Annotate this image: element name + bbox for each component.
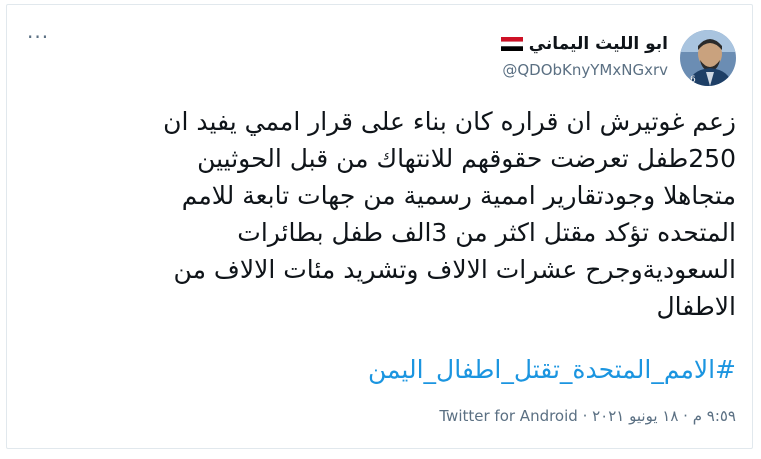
tweet-text-line: زعم غوتيرش ان قراره كان بناء على قرار ام… bbox=[163, 107, 736, 136]
tweet-text-line: السعوديةوجرح عشرات الالاف وتشريد مئات ال… bbox=[173, 255, 736, 284]
author-display-name[interactable]: ابو الليث اليماني bbox=[529, 34, 668, 54]
avatar-image: 6 bbox=[680, 30, 736, 86]
svg-text:6: 6 bbox=[690, 75, 696, 85]
author-info: ابو الليث اليماني @QDObKnyYMxNGxrv bbox=[500, 31, 668, 79]
tweet-text-line: 250طفل تعرضت حقوقهم للانتهاك من قبل الحو… bbox=[197, 144, 736, 173]
tweet-timestamp[interactable]: ٩:٥٩ م · ١٨ يونيو ٢٠٢١ bbox=[592, 407, 736, 425]
avatar[interactable]: 6 bbox=[680, 30, 736, 86]
tweet-text-line: المتحده تؤكد مقتل اكثر من 3الف طفل بطائر… bbox=[237, 218, 736, 247]
tweet-text-line: الاطفال bbox=[656, 292, 736, 321]
tweet-source[interactable]: Twitter for Android bbox=[439, 407, 577, 425]
tweet-text: زعم غوتيرش ان قراره كان بناء على قرار ام… bbox=[96, 103, 736, 325]
tweet-card: ··· 6 ابو الليث اليماني @QDObKnyYMxNGxrv… bbox=[6, 4, 753, 449]
more-options-icon[interactable]: ··· bbox=[27, 27, 49, 47]
tweet-text-line: متجاهلا وجودتقارير اممية رسمية من جهات ت… bbox=[181, 181, 736, 210]
hashtag-link[interactable]: #الامم_المتحدة_تقتل_اطفال_اليمن bbox=[368, 353, 736, 387]
yemen-flag-icon bbox=[500, 37, 523, 51]
author-name-row: ابو الليث اليماني bbox=[500, 31, 668, 57]
author-handle[interactable]: @QDObKnyYMxNGxrv bbox=[501, 61, 668, 79]
meta-separator: · bbox=[577, 407, 593, 425]
tweet-metadata: ٩:٥٩ م · ١٨ يونيو ٢٠٢١ · Twitter for And… bbox=[439, 407, 736, 425]
